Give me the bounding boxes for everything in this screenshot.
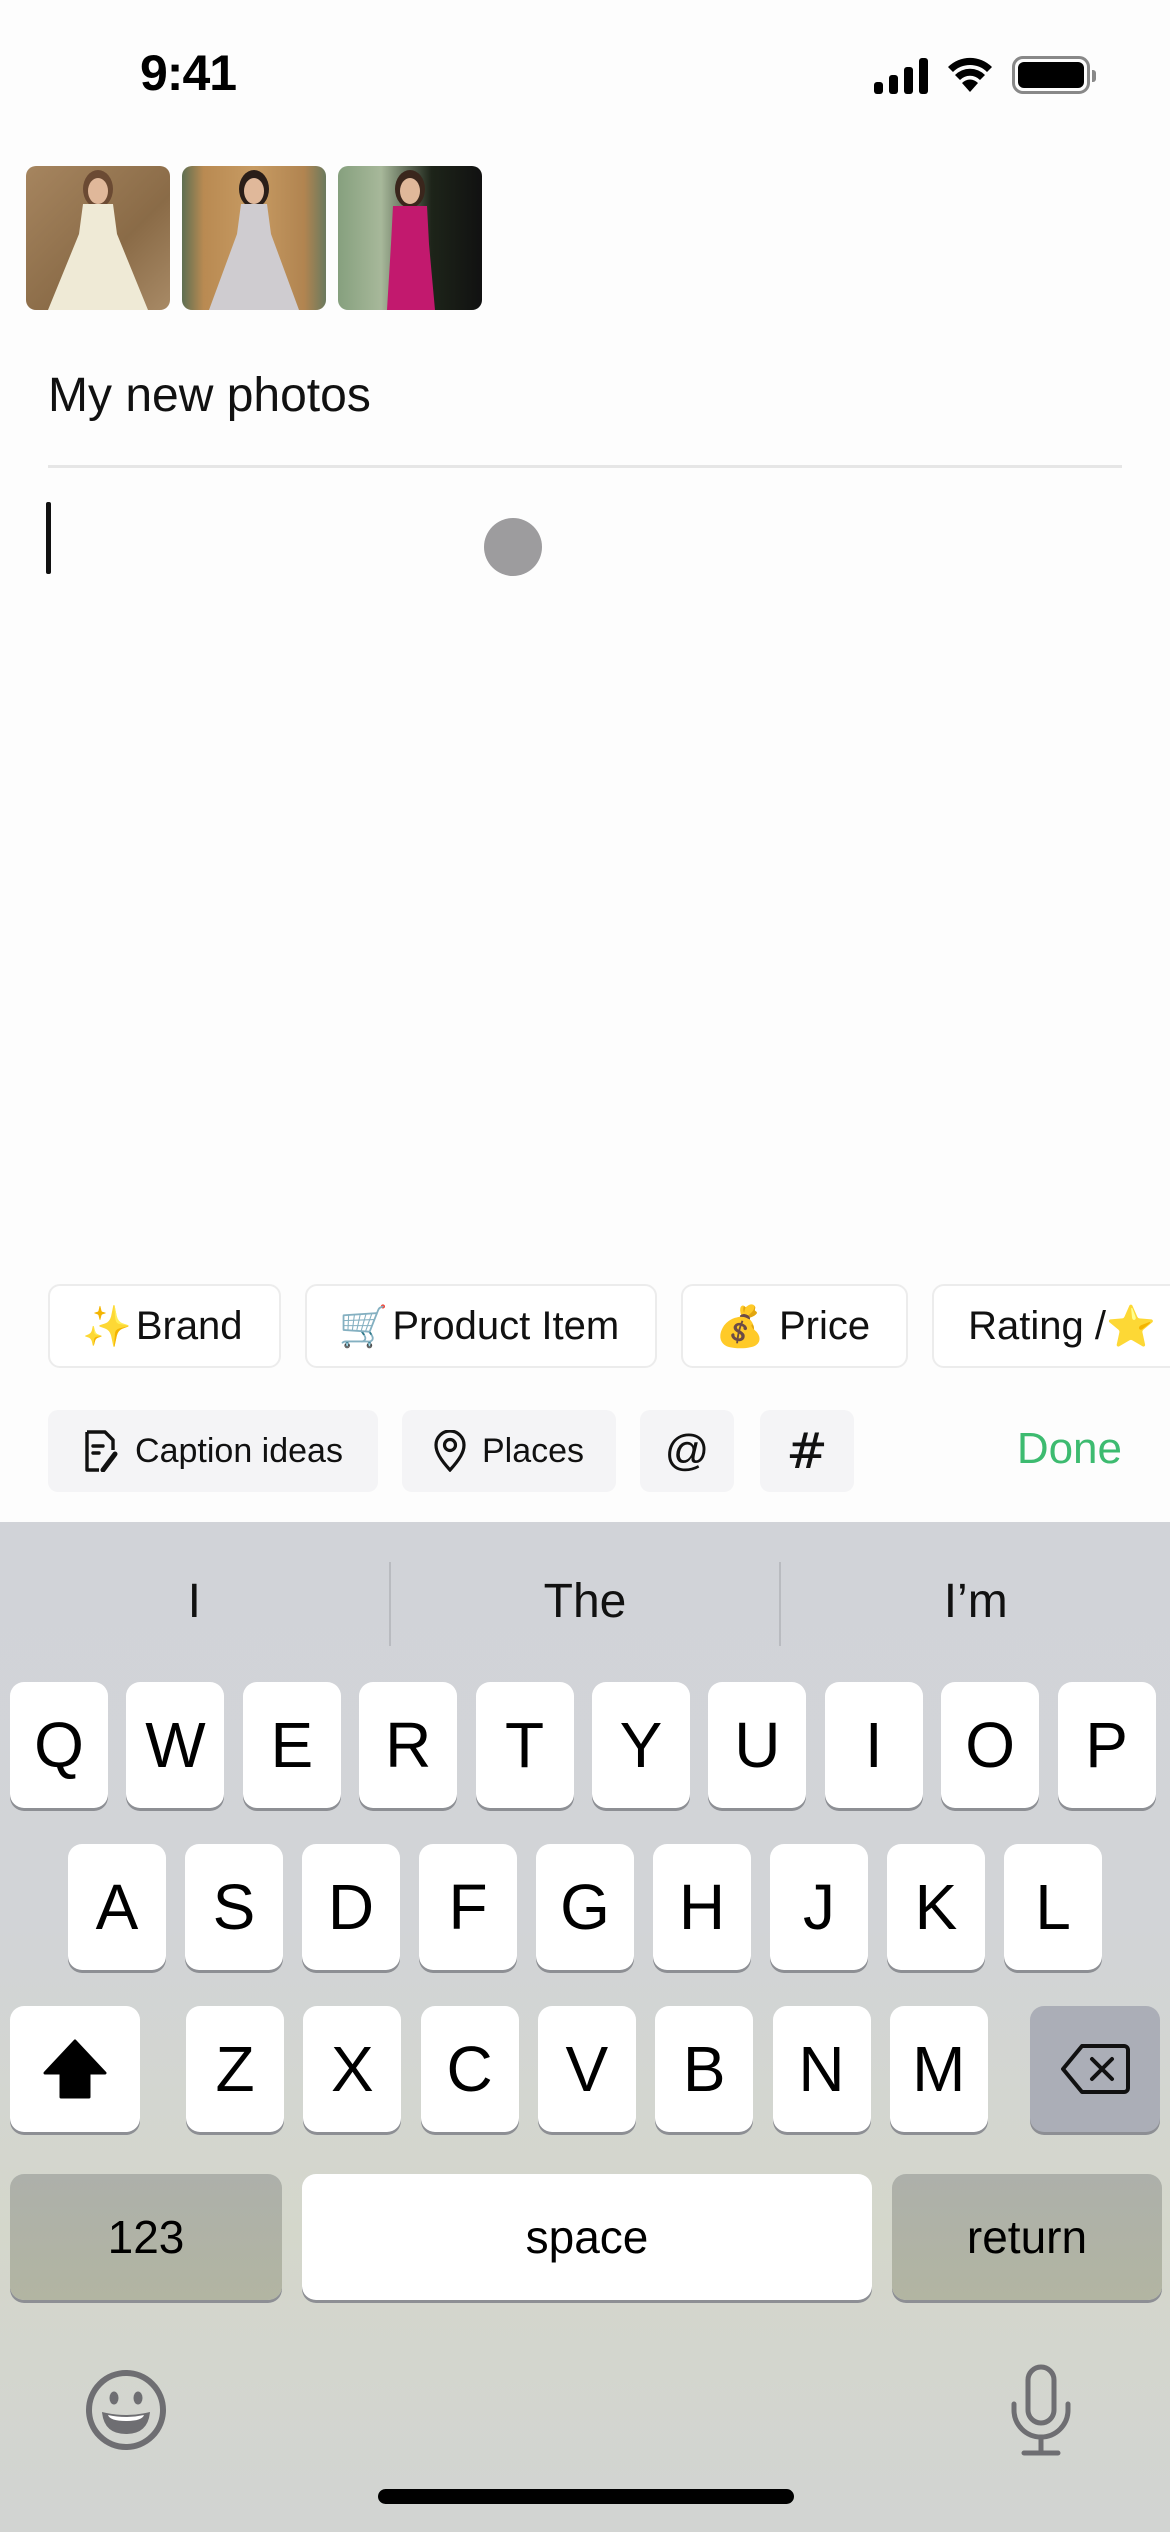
key-i[interactable]: I: [824, 1682, 923, 1808]
key-h[interactable]: H: [653, 1844, 751, 1970]
key-w[interactable]: W: [126, 1682, 225, 1808]
places-button[interactable]: Places: [402, 1410, 616, 1492]
key-a[interactable]: A: [68, 1844, 166, 1970]
key-p[interactable]: P: [1057, 1682, 1156, 1808]
delete-icon: [1061, 2044, 1130, 2094]
space-key[interactable]: space: [302, 2174, 872, 2300]
status-time: 9:41: [140, 45, 237, 101]
suggestion[interactable]: I: [0, 1522, 389, 1680]
photo-thumbnail[interactable]: [182, 166, 326, 310]
sparkles-icon: ✨: [82, 1304, 132, 1349]
key-c[interactable]: C: [420, 2006, 519, 2132]
numbers-key[interactable]: 123: [10, 2174, 282, 2300]
key-r[interactable]: R: [359, 1682, 458, 1808]
predictive-bar: I The I’m: [0, 1522, 1170, 1680]
status-icons: [874, 56, 1096, 94]
key-y[interactable]: Y: [592, 1682, 690, 1808]
key-k[interactable]: K: [887, 1844, 985, 1970]
touch-indicator: [484, 518, 542, 576]
chip-label: Rating /: [968, 1303, 1106, 1348]
key-z[interactable]: Z: [186, 2006, 284, 2132]
post-title-field[interactable]: My new photos: [48, 368, 371, 423]
key-d[interactable]: D: [302, 1844, 400, 1970]
shift-icon: [43, 2039, 107, 2099]
places-label: Places: [481, 1431, 585, 1470]
return-key[interactable]: return: [892, 2174, 1162, 2300]
photo-thumbnail[interactable]: [338, 166, 482, 310]
chip-label: Product Item: [392, 1303, 620, 1348]
shopping-cart-icon: 🛒: [338, 1304, 389, 1349]
key-g[interactable]: G: [536, 1844, 634, 1970]
key-l[interactable]: L: [1004, 1844, 1102, 1970]
text-cursor: [46, 502, 51, 574]
suggestion[interactable]: The: [391, 1522, 780, 1680]
battery-icon: [1012, 56, 1096, 94]
key-o[interactable]: O: [941, 1682, 1040, 1808]
chip-brand[interactable]: ✨ Brand: [48, 1284, 281, 1368]
caption-ideas-label: Caption ideas: [135, 1431, 343, 1470]
done-button[interactable]: Done: [1017, 1424, 1122, 1474]
key-q[interactable]: Q: [10, 1682, 108, 1808]
compose-toolbar: Caption ideas Places @ #: [48, 1410, 1170, 1492]
location-pin-icon: [434, 1430, 466, 1472]
key-b[interactable]: B: [655, 2006, 754, 2132]
post-body-input[interactable]: [40, 480, 1130, 1240]
key-s[interactable]: S: [185, 1844, 283, 1970]
key-v[interactable]: V: [537, 2006, 636, 2132]
chip-label: Price: [778, 1303, 871, 1348]
keyboard: I The I’m QWERTYUIOPASDFGHJKLZXCVBNM 123…: [0, 1522, 1170, 2532]
document-edit-icon: [85, 1430, 118, 1472]
shift-key[interactable]: [10, 2006, 140, 2132]
key-n[interactable]: N: [772, 2006, 871, 2132]
photo-thumbnails: [26, 166, 482, 310]
key-e[interactable]: E: [242, 1682, 341, 1808]
hashtag-button[interactable]: #: [760, 1410, 854, 1492]
tag-chip-row[interactable]: ✨ Brand 🛒 Product Item 💰 Price Rating / …: [48, 1284, 1170, 1368]
title-divider: [48, 465, 1122, 468]
mention-button[interactable]: @: [640, 1410, 734, 1492]
key-u[interactable]: U: [708, 1682, 807, 1808]
key-x[interactable]: X: [303, 2006, 402, 2132]
home-indicator: [378, 2489, 794, 2504]
key-t[interactable]: T: [475, 1682, 574, 1808]
star-icon: ⭐: [1105, 1304, 1156, 1349]
at-icon: @: [664, 1426, 710, 1475]
suggestion[interactable]: I’m: [781, 1522, 1170, 1680]
photo-thumbnail[interactable]: [26, 166, 170, 310]
key-j[interactable]: J: [770, 1844, 868, 1970]
caption-ideas-button[interactable]: Caption ideas: [48, 1410, 378, 1492]
microphone-icon[interactable]: [1008, 2364, 1074, 2456]
key-m[interactable]: M: [889, 2006, 988, 2132]
emoji-icon[interactable]: [84, 2368, 168, 2452]
chip-price[interactable]: 💰 Price: [681, 1284, 909, 1368]
delete-key[interactable]: [1030, 2006, 1160, 2132]
chip-product-item[interactable]: 🛒 Product Item: [304, 1284, 658, 1368]
chip-rating[interactable]: Rating / ⭐: [932, 1284, 1170, 1368]
cellular-signal-icon: [874, 56, 928, 94]
hashtag-icon: #: [786, 1422, 828, 1480]
money-bag-icon: 💰: [715, 1304, 765, 1349]
chip-label: Brand: [135, 1303, 243, 1348]
wifi-icon: [948, 57, 992, 92]
key-f[interactable]: F: [419, 1844, 517, 1970]
